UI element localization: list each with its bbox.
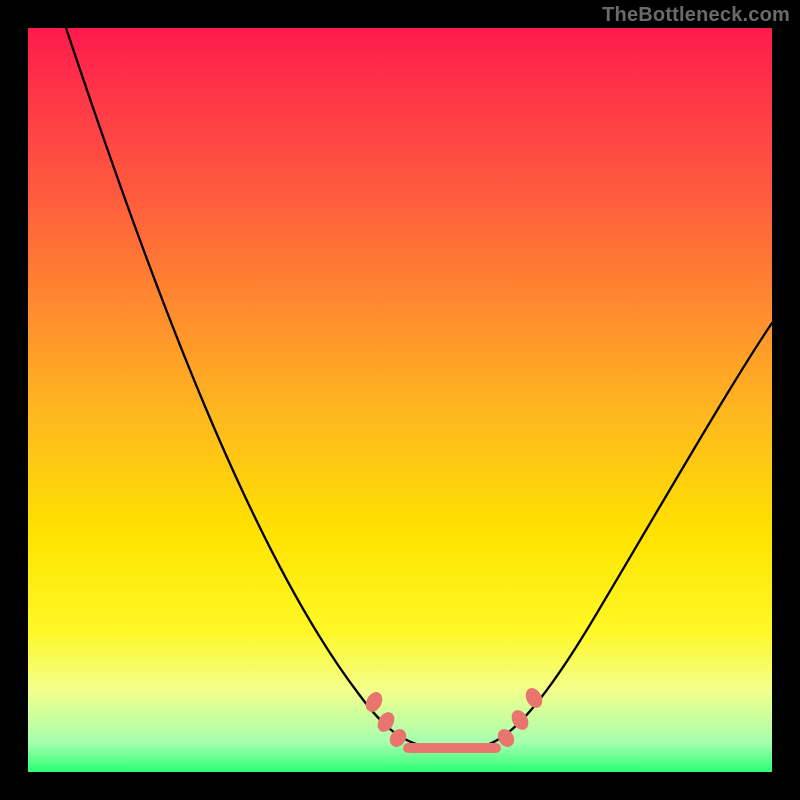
watermark-text: TheBottleneck.com — [602, 4, 790, 27]
right-tick-3 — [523, 686, 545, 710]
left-tick-1 — [363, 690, 385, 714]
curve-path — [66, 28, 772, 746]
left-tick-2 — [375, 710, 397, 734]
chart-plot-area — [28, 28, 772, 772]
bottleneck-curve — [28, 28, 772, 772]
